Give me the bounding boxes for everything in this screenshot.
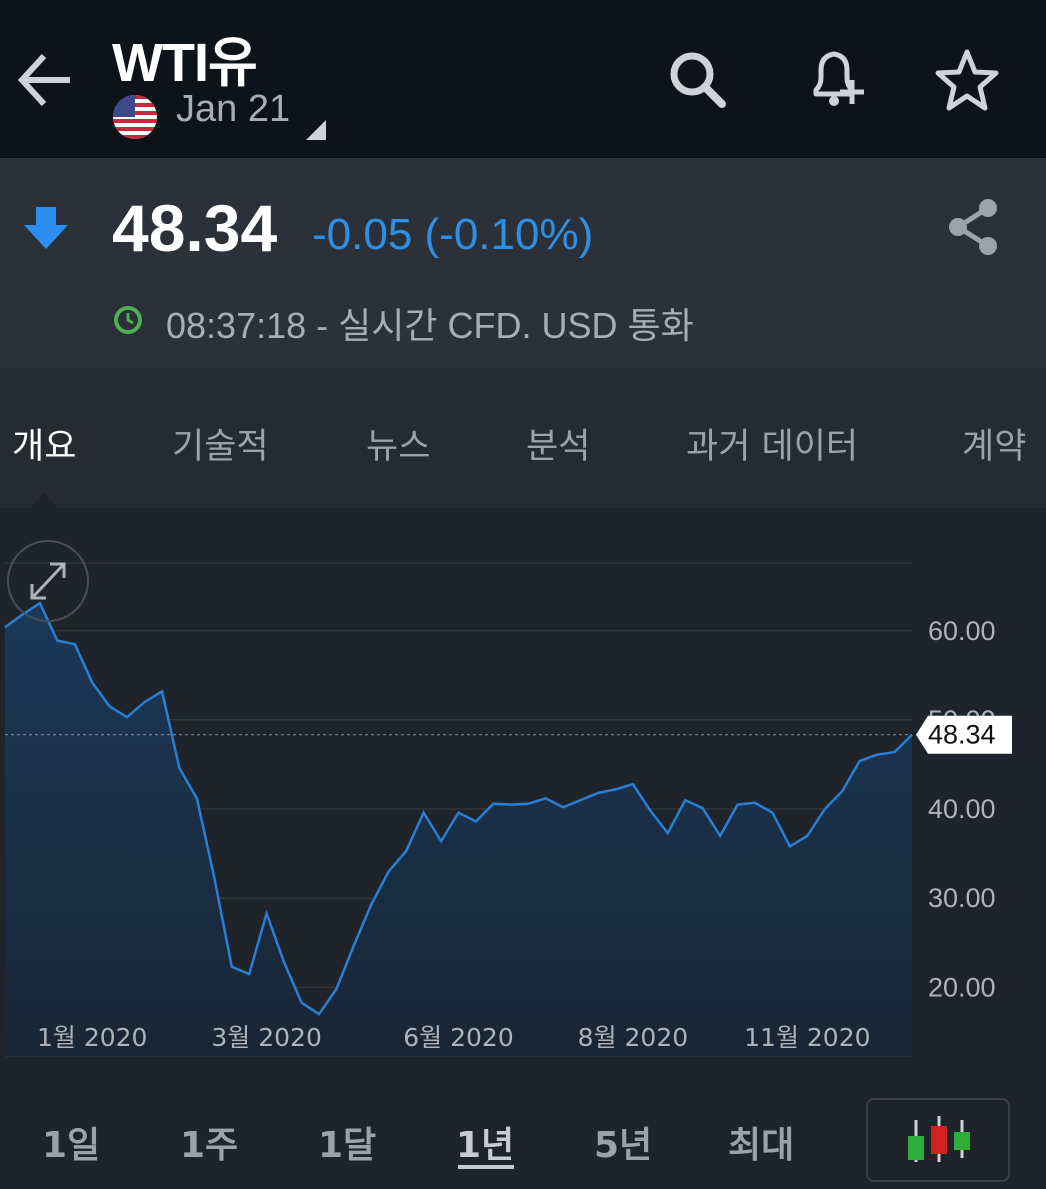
dropdown-caret-icon[interactable] — [306, 120, 326, 140]
active-tab-indicator — [30, 492, 58, 508]
section-tabs: 개요 기술적 뉴스 분석 과거 데이터 계약 — [0, 368, 1046, 508]
y-tick-label: 30.00 — [928, 883, 996, 913]
tab-contract[interactable]: 계약 — [962, 418, 1026, 469]
tab-technical[interactable]: 기술적 — [172, 418, 269, 469]
bell-plus-icon[interactable] — [802, 44, 872, 116]
tab-news[interactable]: 뉴스 — [366, 418, 430, 469]
tab-overview[interactable]: 개요 — [12, 418, 76, 469]
clock-icon — [114, 306, 142, 334]
price-chart[interactable]: 20.0030.0040.0050.0060.00 1월 20203월 2020… — [0, 508, 1046, 1068]
x-tick-label: 8월 2020 — [578, 1023, 688, 1052]
contract-selector[interactable]: Jan 21 — [176, 88, 290, 131]
x-tick-label: 1월 2020 — [37, 1023, 147, 1052]
share-icon[interactable] — [944, 196, 1004, 258]
range-1d[interactable]: 1일 — [42, 1116, 100, 1168]
star-icon[interactable] — [932, 44, 1002, 116]
expand-icon — [30, 562, 66, 600]
range-1m[interactable]: 1달 — [318, 1116, 376, 1168]
last-price-tag: 48.34 — [916, 715, 1012, 754]
instrument-title: WTI유 — [112, 33, 258, 93]
last-price: 48.34 — [112, 191, 278, 265]
search-icon[interactable] — [662, 44, 732, 116]
range-1w[interactable]: 1주 — [180, 1116, 238, 1168]
x-tick-label: 11월 2020 — [744, 1023, 870, 1052]
y-tick-label: 40.00 — [928, 794, 996, 824]
y-tick-label: 60.00 — [928, 616, 996, 646]
last-price-label: 48.34 — [928, 720, 996, 750]
tab-analysis[interactable]: 분석 — [526, 418, 590, 469]
price-down-arrow-icon — [24, 207, 68, 249]
chart-type-button[interactable] — [866, 1098, 1010, 1182]
x-tick-label: 6월 2020 — [403, 1023, 513, 1052]
top-bar: WTI유 Jan 21 — [0, 0, 1046, 158]
y-tick-label: 20.00 — [928, 972, 996, 1002]
us-flag-icon — [113, 95, 157, 139]
candlestick-icon — [908, 1116, 970, 1162]
back-arrow-icon[interactable] — [14, 44, 78, 116]
price-area-fill — [5, 603, 912, 1056]
x-tick-label: 3월 2020 — [211, 1023, 321, 1052]
range-5y[interactable]: 5년 — [594, 1116, 652, 1168]
quote-status: 08:37:18 - 실시간 CFD. USD 통화 — [166, 305, 694, 346]
active-range-underline — [458, 1165, 514, 1169]
tab-historical-data[interactable]: 과거 데이터 — [686, 418, 858, 469]
price-change: -0.05 (-0.10%) — [312, 210, 594, 259]
range-1y[interactable]: 1년 — [456, 1116, 514, 1168]
range-max[interactable]: 최대 — [728, 1116, 794, 1168]
expand-chart-button[interactable] — [7, 540, 89, 622]
